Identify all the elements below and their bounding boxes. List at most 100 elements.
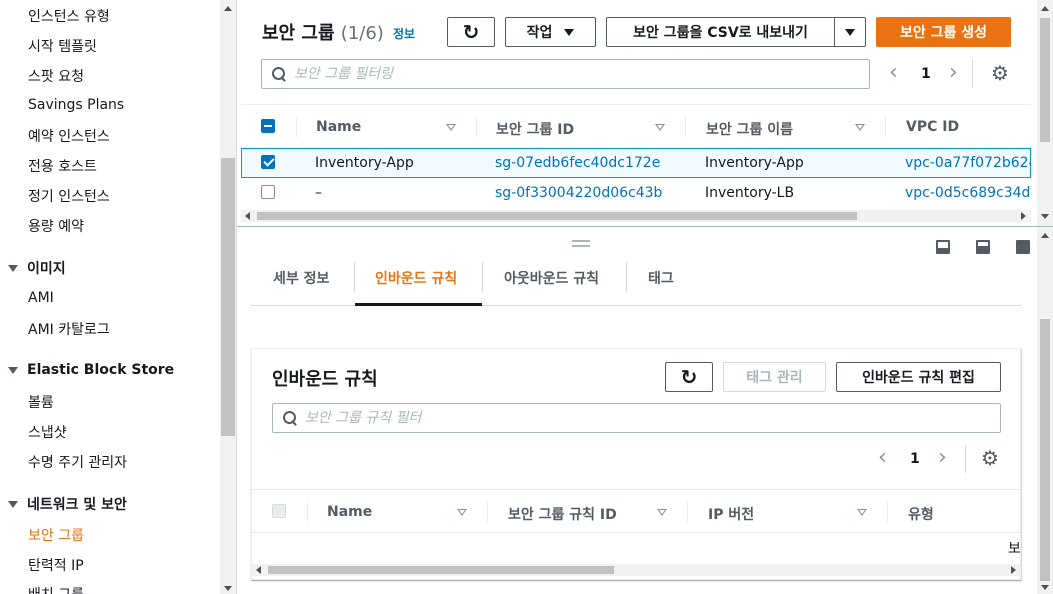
scrollbar-thumb[interactable] (221, 158, 235, 436)
info-link[interactable]: 정보 (393, 25, 415, 42)
scroll-right-icon[interactable] (1021, 212, 1026, 220)
sidebar-item-ami[interactable]: AMI (28, 290, 54, 306)
export-csv-button[interactable]: 보안 그룹을 CSV로 내보내기 (606, 17, 835, 47)
resize-handle-icon[interactable] (572, 245, 590, 247)
scroll-down-icon[interactable] (1041, 585, 1049, 590)
top-panel-scrollbar[interactable] (1037, 0, 1053, 226)
cell-group-id-link[interactable]: sg-0f33004220d06c43b (495, 185, 662, 201)
sidebar-item-scheduled-instances[interactable]: 정기 인스턴스 (28, 186, 110, 206)
scroll-down-icon[interactable] (224, 586, 232, 591)
scroll-down-icon[interactable] (1041, 214, 1049, 219)
sidebar-item-capacity-reservations[interactable]: 용량 예약 (28, 216, 84, 236)
sort-icon[interactable] (446, 124, 456, 131)
sidebar-item-spot-requests[interactable]: 스팟 요청 (28, 66, 84, 86)
scrollbar-thumb[interactable] (257, 212, 857, 220)
manage-tags-button[interactable]: 태그 관리 (723, 362, 826, 392)
cell-group-name: Inventory-LB (705, 185, 795, 201)
sidebar-section-images[interactable]: 이미지 (8, 258, 66, 278)
export-options-dropdown[interactable] (834, 17, 866, 47)
table-horizontal-scrollbar[interactable] (241, 210, 1031, 222)
sidebar-item-snapshots[interactable]: 스냅샷 (28, 422, 67, 442)
scroll-left-icon[interactable] (256, 566, 261, 574)
sort-icon[interactable] (457, 509, 467, 516)
search-input[interactable] (305, 410, 1000, 426)
refresh-button[interactable]: ↻ (665, 362, 713, 392)
tab-details[interactable]: 세부 정보 (273, 268, 329, 288)
sidebar-item-dedicated-hosts[interactable]: 전용 호스트 (28, 156, 97, 176)
sidebar-section-label: Elastic Block Store (27, 362, 175, 378)
security-group-filter[interactable] (261, 59, 870, 89)
split-panel-divider[interactable] (237, 226, 1053, 227)
scroll-up-icon[interactable] (1041, 6, 1049, 11)
cell-name: – (315, 185, 322, 201)
table-row[interactable]: Inventory-App sg-07edb6fec40dc172e Inven… (241, 148, 1031, 178)
chevron-right-icon[interactable]: › (938, 447, 947, 469)
search-input[interactable] (294, 66, 869, 82)
column-header-rule-id[interactable]: 보안 그룹 규칙 ID (508, 504, 617, 524)
sidebar-scrollbar[interactable] (220, 0, 236, 594)
cell-vpc-link[interactable]: vpc-0d5c689c34da3 (905, 185, 1031, 201)
page-number[interactable]: 1 (921, 66, 931, 82)
sidebar-item-elastic-ips[interactable]: 탄력적 IP (28, 555, 84, 575)
sort-icon[interactable] (657, 509, 667, 516)
scrollbar-thumb[interactable] (1040, 319, 1050, 581)
select-all-checkbox[interactable] (261, 119, 275, 133)
column-header-group-id[interactable]: 보안 그룹 ID (496, 119, 574, 139)
inbound-rules-title: 인바운드 규칙 (272, 369, 378, 390)
tab-tags[interactable]: 태그 (648, 268, 674, 288)
actions-dropdown[interactable]: 작업 (505, 17, 596, 47)
column-header-ip-version[interactable]: IP 버전 (708, 504, 754, 524)
layout-full-icon[interactable] (1016, 240, 1030, 254)
inbound-rules-filter[interactable] (272, 403, 1001, 433)
layout-side-icon[interactable] (976, 240, 990, 254)
sidebar-item-ami-catalog[interactable]: AMI 카탈로그 (28, 319, 110, 339)
sort-icon[interactable] (855, 124, 865, 131)
sort-icon[interactable] (655, 124, 665, 131)
sidebar-item-savings-plans[interactable]: Savings Plans (28, 97, 124, 113)
column-header-vpc-id[interactable]: VPC ID (906, 119, 959, 135)
sidebar-section-label: 네트워크 및 보안 (27, 497, 127, 513)
sidebar-item-security-groups[interactable]: 보안 그룹 (28, 525, 84, 545)
scrollbar-thumb[interactable] (1040, 18, 1050, 142)
tab-outbound-rules[interactable]: 아웃바운드 규칙 (504, 268, 599, 288)
cell-vpc-link[interactable]: vpc-0a77f072b624b (905, 155, 1031, 171)
scroll-right-icon[interactable] (1011, 566, 1016, 574)
create-security-group-button[interactable]: 보안 그룹 생성 (876, 17, 1011, 47)
column-separator (887, 502, 888, 522)
sidebar-item-reserved-instances[interactable]: 예약 인스턴스 (28, 126, 110, 146)
sort-icon[interactable] (857, 509, 867, 516)
settings-gear-icon[interactable]: ⚙ (981, 448, 999, 468)
chevron-left-icon[interactable]: ‹ (889, 62, 898, 84)
chevron-left-icon[interactable]: ‹ (878, 447, 887, 469)
chevron-right-icon[interactable]: › (949, 62, 958, 84)
sidebar-section-ebs[interactable]: Elastic Block Store (8, 362, 174, 378)
settings-gear-icon[interactable]: ⚙ (991, 63, 1009, 83)
tab-inbound-rules[interactable]: 인바운드 규칙 (375, 268, 457, 288)
column-header-name[interactable]: Name (327, 504, 372, 520)
sidebar-item-volumes[interactable]: 볼륨 (28, 392, 54, 412)
bottom-panel-scrollbar[interactable] (1037, 227, 1053, 594)
scroll-up-icon[interactable] (1041, 233, 1049, 238)
scroll-left-icon[interactable] (245, 212, 250, 220)
table-row[interactable]: – sg-0f33004220d06c43b Inventory-LB vpc-… (241, 178, 1031, 208)
refresh-button[interactable]: ↻ (447, 17, 495, 47)
sidebar-item-instance-types[interactable]: 인스턴스 유형 (28, 6, 110, 26)
page-number[interactable]: 1 (910, 451, 920, 467)
row-checkbox[interactable] (261, 155, 275, 169)
sidebar-item-lifecycle-manager[interactable]: 수명 주기 관리자 (28, 452, 127, 472)
layout-bottom-icon[interactable] (936, 240, 950, 254)
edit-inbound-rules-button[interactable]: 인바운드 규칙 편집 (836, 362, 1001, 392)
scroll-up-icon[interactable] (224, 6, 232, 11)
sidebar-section-network[interactable]: 네트워크 및 보안 (8, 494, 127, 514)
sidebar-item-placement-groups[interactable]: 배치 그룹 (28, 584, 84, 594)
resize-handle-icon[interactable] (572, 240, 590, 242)
column-header-name[interactable]: Name (316, 119, 361, 135)
sidebar-item-launch-templates[interactable]: 시작 템플릿 (28, 36, 97, 56)
row-checkbox[interactable] (261, 185, 275, 199)
cell-group-id-link[interactable]: sg-07edb6fec40dc172e (495, 155, 660, 171)
table-header: Name 보안 그룹 규칙 ID IP 버전 유형 (252, 489, 1020, 533)
scrollbar-thumb[interactable] (268, 566, 614, 574)
column-header-type[interactable]: 유형 (908, 504, 934, 524)
column-header-group-name[interactable]: 보안 그룹 이름 (706, 119, 793, 139)
table-horizontal-scrollbar[interactable] (252, 564, 1020, 576)
